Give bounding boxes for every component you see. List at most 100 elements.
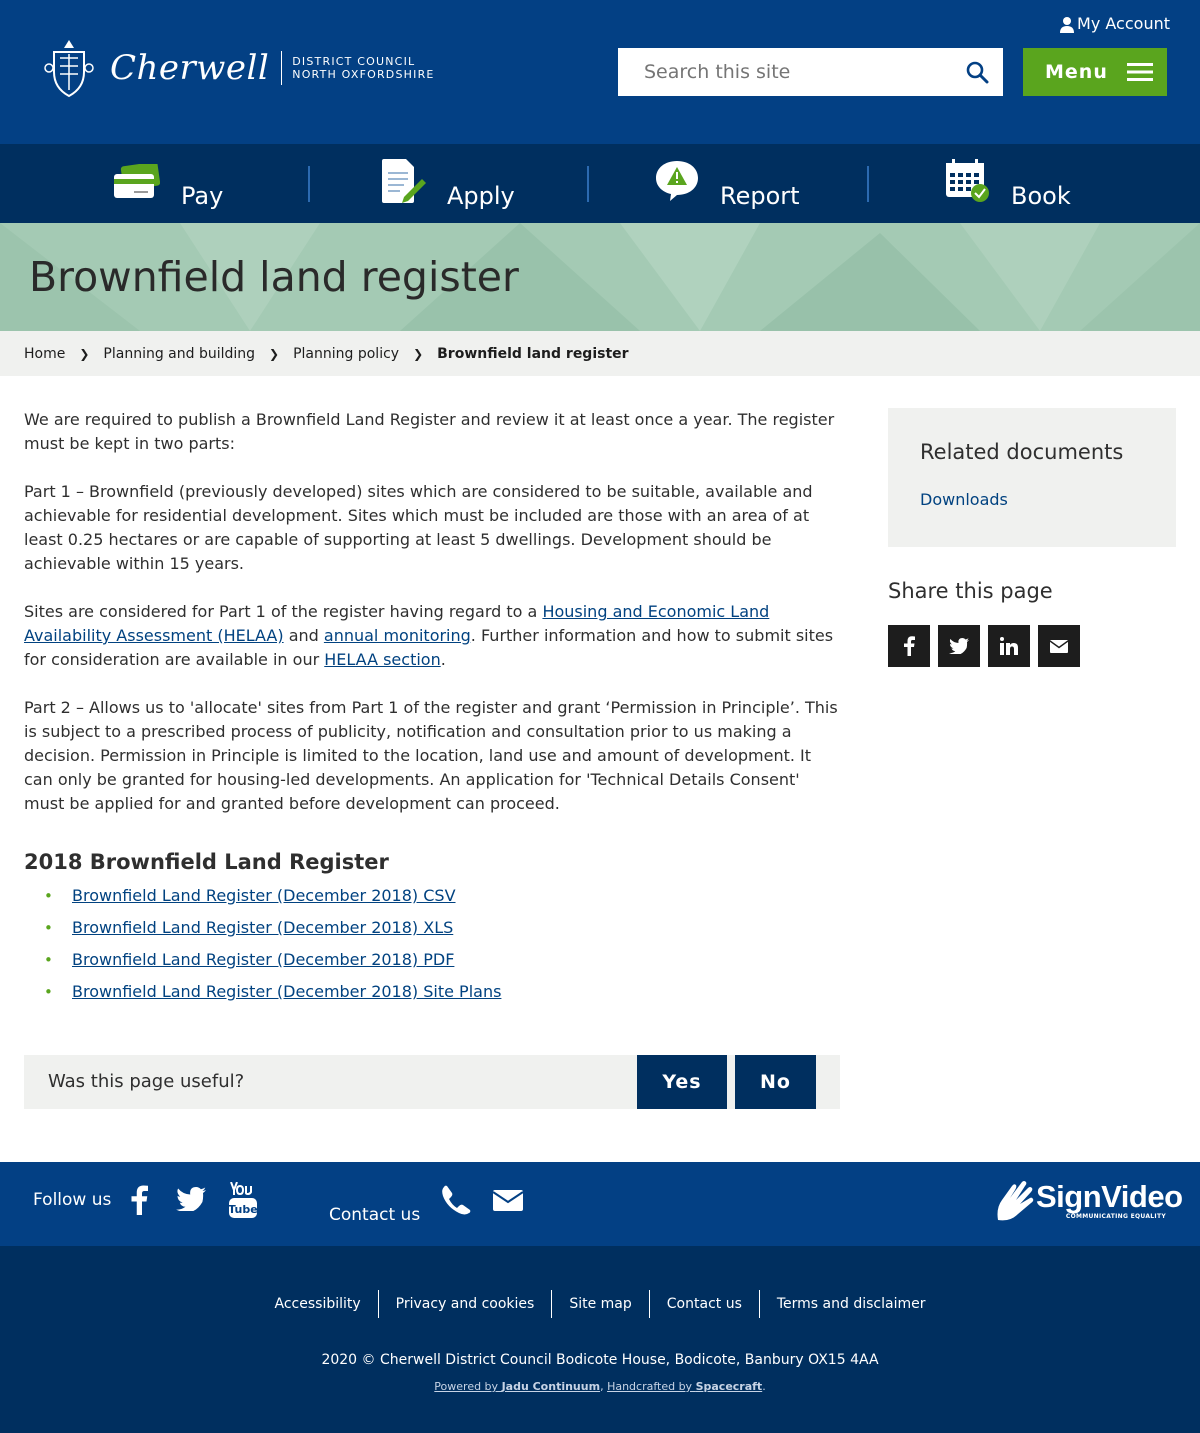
menu-button[interactable]: Menu xyxy=(1023,48,1167,96)
facebook-icon[interactable] xyxy=(130,1184,148,1216)
page-feedback: Was this page useful? Yes No xyxy=(24,1055,840,1109)
warning-bubble-icon xyxy=(656,161,698,201)
powered-end: . xyxy=(762,1380,766,1393)
quicknav-apply[interactable]: Apply xyxy=(310,144,588,223)
downloads-link[interactable]: Downloads xyxy=(920,490,1144,509)
breadcrumb: Home ❯ Planning and building ❯ Planning … xyxy=(0,331,1200,376)
menu-label: Menu xyxy=(1045,61,1108,83)
footer-link-terms[interactable]: Terms and disclaimer xyxy=(760,1290,943,1318)
follow-us-label: Follow us xyxy=(33,1190,112,1210)
sites-paragraph: Sites are considered for Part 1 of the r… xyxy=(24,600,840,672)
quicknav-divider xyxy=(867,166,869,202)
search-box xyxy=(618,48,1003,96)
search-icon[interactable] xyxy=(965,60,989,84)
footer-links: Accessibility Privacy and cookies Site m… xyxy=(0,1290,1200,1318)
feedback-question: Was this page useful? xyxy=(48,1071,245,1092)
quicknav-report[interactable]: Report xyxy=(588,144,868,223)
main-content: We are required to publish a Brownfield … xyxy=(24,408,840,1012)
search-input[interactable] xyxy=(618,48,948,96)
share-linkedin-button[interactable] xyxy=(988,625,1030,667)
handcrafted-text: Handcrafted by xyxy=(607,1380,696,1393)
footer-social-bar: Follow us Tube Contact us SignVideo COMM… xyxy=(0,1162,1200,1246)
part1-paragraph: Part 1 – Brownfield (previously develope… xyxy=(24,482,813,573)
calendar-check-icon xyxy=(946,159,989,202)
share-facebook-button[interactable] xyxy=(888,625,930,667)
twitter-icon[interactable] xyxy=(176,1187,206,1211)
sites-text-d: . xyxy=(440,650,446,669)
brand-name: Cherwell xyxy=(110,48,270,88)
twitter-icon xyxy=(949,638,969,654)
quicknav-divider xyxy=(587,166,589,202)
list-item: Brownfield Land Register (December 2018)… xyxy=(24,948,840,980)
my-account-link[interactable]: My Account xyxy=(1059,14,1170,33)
breadcrumb-home[interactable]: Home xyxy=(24,346,65,362)
phone-icon[interactable] xyxy=(441,1185,471,1215)
chevron-right-icon: ❯ xyxy=(79,346,90,361)
register-heading: 2018 Brownfield Land Register xyxy=(24,850,389,874)
facebook-icon xyxy=(904,636,915,656)
breadcrumb-planning-policy[interactable]: Planning policy xyxy=(293,346,399,362)
svg-text:Tube: Tube xyxy=(228,1203,257,1216)
quicknav-book-label: Book xyxy=(1011,182,1071,210)
quicknav-apply-label: Apply xyxy=(447,182,515,210)
signvideo-logo[interactable]: SignVideo COMMUNICATING EQUALITY xyxy=(994,1180,1183,1224)
signvideo-tagline: COMMUNICATING EQUALITY xyxy=(1065,1213,1166,1220)
email-icon[interactable] xyxy=(493,1190,523,1211)
my-account-label: My Account xyxy=(1077,14,1170,33)
quicknav-pay[interactable]: Pay xyxy=(0,144,310,223)
signvideo-name: SignVideo xyxy=(1036,1179,1183,1214)
council-logo[interactable]: Cherwell DISTRICT COUNCIL NORTH OXFORDSH… xyxy=(44,38,435,98)
sites-text-b: and xyxy=(283,626,324,645)
linkedin-icon xyxy=(1000,637,1018,655)
powered-separator: , xyxy=(600,1380,608,1393)
part2-paragraph: Part 2 – Allows us to 'allocate' sites f… xyxy=(24,698,838,813)
helaa-section-link[interactable]: HELAA section xyxy=(324,650,440,669)
footer-link-accessibility[interactable]: Accessibility xyxy=(258,1290,379,1318)
annual-monitoring-link[interactable]: annual monitoring xyxy=(324,626,471,645)
footer-link-sitemap[interactable]: Site map xyxy=(552,1290,650,1318)
jadu-link[interactable]: Jadu Continuum xyxy=(502,1380,601,1393)
download-pdf-link[interactable]: Brownfield Land Register (December 2018)… xyxy=(72,950,454,969)
footer-link-contact[interactable]: Contact us xyxy=(650,1290,760,1318)
site-header: Cherwell DISTRICT COUNCIL NORTH OXFORDSH… xyxy=(0,0,1200,144)
copyright-text: 2020 © Cherwell District Council Bodicot… xyxy=(321,1352,879,1368)
brand-sub-line1: DISTRICT COUNCIL xyxy=(292,55,416,68)
list-item: Brownfield Land Register (December 2018)… xyxy=(24,916,840,948)
related-documents-title: Related documents xyxy=(920,440,1124,464)
chevron-right-icon: ❯ xyxy=(413,346,424,361)
breadcrumb-current: Brownfield land register xyxy=(437,345,629,362)
brand-divider xyxy=(281,51,283,85)
credit-card-icon xyxy=(114,164,160,198)
download-site-plans-link[interactable]: Brownfield Land Register (December 2018)… xyxy=(72,982,501,1001)
breadcrumb-planning-building[interactable]: Planning and building xyxy=(103,346,255,362)
brand-subtitle: DISTRICT COUNCIL NORTH OXFORDSHIRE xyxy=(292,55,434,81)
chevron-right-icon: ❯ xyxy=(269,346,280,361)
spacecraft-link[interactable]: Spacecraft xyxy=(696,1380,763,1393)
quicknav-pay-label: Pay xyxy=(181,182,224,210)
related-documents: Related documents Downloads xyxy=(888,408,1176,547)
download-xls-link[interactable]: Brownfield Land Register (December 2018)… xyxy=(72,918,453,937)
feedback-yes-button[interactable]: Yes xyxy=(637,1055,727,1109)
footer-link-privacy[interactable]: Privacy and cookies xyxy=(379,1290,553,1318)
share-email-button[interactable] xyxy=(1038,625,1080,667)
quicknav-report-label: Report xyxy=(720,182,800,210)
feedback-no-button[interactable]: No xyxy=(735,1055,816,1109)
list-item: Brownfield Land Register (December 2018)… xyxy=(24,980,840,1012)
page-banner: Brownfield land register xyxy=(0,223,1200,331)
share-title: Share this page xyxy=(888,579,1053,603)
user-icon xyxy=(1060,16,1075,33)
quicknav-divider xyxy=(308,166,310,202)
contact-us-label: Contact us xyxy=(329,1205,421,1225)
form-pen-icon xyxy=(382,159,426,203)
powered-by: Powered by Jadu Continuum, Handcrafted b… xyxy=(0,1380,1200,1393)
page-title: Brownfield land register xyxy=(29,253,519,301)
quicknav-book[interactable]: Book xyxy=(868,144,1200,223)
register-downloads-list: Brownfield Land Register (December 2018)… xyxy=(24,884,840,1012)
download-csv-link[interactable]: Brownfield Land Register (December 2018)… xyxy=(72,886,456,905)
share-twitter-button[interactable] xyxy=(938,625,980,667)
quick-nav: Pay Apply Report Book xyxy=(0,144,1200,223)
email-icon xyxy=(1050,639,1068,653)
list-item: Brownfield Land Register (December 2018)… xyxy=(24,884,840,916)
youtube-icon[interactable]: Tube xyxy=(228,1182,258,1218)
brand-sub-line2: NORTH OXFORDSHIRE xyxy=(292,68,435,81)
